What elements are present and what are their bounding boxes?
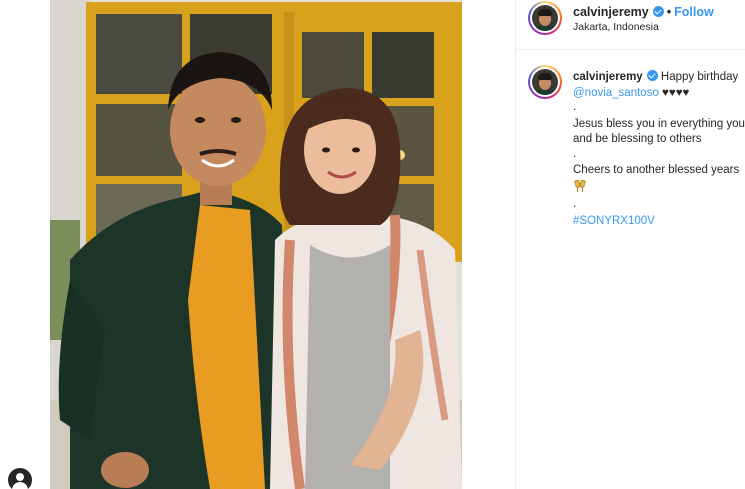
- clinking-glasses-icon: [573, 178, 587, 193]
- header-username[interactable]: calvinjeremy: [573, 5, 649, 19]
- caption-dot: .: [573, 198, 577, 210]
- caption-hashtag[interactable]: #SONYRX100V: [573, 214, 745, 230]
- caption-line-3: Cheers to another blessed years: [573, 164, 740, 176]
- caption-text-first: Happy birthday: [660, 71, 739, 83]
- verified-badge-icon: [652, 6, 664, 17]
- caption-dot: .: [573, 147, 577, 160]
- location-link[interactable]: Jakarta, Indonesia: [573, 21, 659, 33]
- caption-hearts: ♥♥♥♥: [662, 86, 690, 99]
- caption-first-line: calvinjeremy Happy birthday: [573, 70, 745, 86]
- post-header: calvinjeremy • Follow Jakarta, Indonesia: [516, 0, 745, 50]
- header-separator: •: [666, 5, 672, 19]
- header-avatar[interactable]: [528, 1, 562, 35]
- post-side-panel: calvinjeremy • Follow Jakarta, Indonesia c…: [515, 0, 745, 489]
- caption-avatar[interactable]: [528, 65, 562, 99]
- caption-dot: .: [573, 101, 577, 113]
- caption-mention-line: @novia_santoso ♥♥♥♥: [573, 86, 745, 102]
- follow-button[interactable]: Follow: [674, 5, 714, 19]
- verified-badge-icon: [646, 70, 658, 81]
- caption-mention[interactable]: @novia_santoso: [573, 87, 659, 99]
- photo-illustration: [50, 0, 462, 489]
- caption-emoji-line: [573, 178, 745, 199]
- caption-username[interactable]: calvinjeremy: [573, 71, 643, 83]
- header-user-line: calvinjeremy • Follow: [573, 5, 714, 19]
- caption-line-1: Jesus bless you in everything you: [573, 117, 745, 130]
- post-caption: calvinjeremy Happy birthday @novia_santo…: [573, 70, 745, 229]
- profile-avatar-icon[interactable]: [8, 468, 32, 489]
- post-photo[interactable]: [50, 0, 462, 489]
- caption-line-2: and be blessing to others: [573, 133, 702, 145]
